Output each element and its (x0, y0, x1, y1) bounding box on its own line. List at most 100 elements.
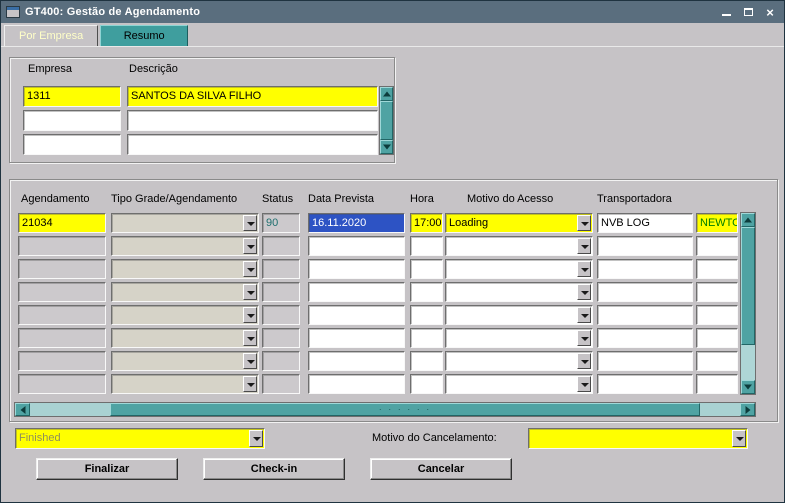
chevron-down-icon[interactable] (577, 330, 591, 346)
transportadora-field[interactable] (597, 351, 693, 371)
transportadora-field[interactable] (597, 374, 693, 394)
scrollbar-track[interactable] (380, 101, 393, 140)
extra-field[interactable] (696, 259, 738, 279)
motivo-acesso-combo[interactable] (445, 305, 593, 325)
tipo-grade-combo[interactable] (111, 351, 259, 371)
motivo-acesso-combo[interactable] (445, 259, 593, 279)
chevron-down-icon[interactable] (577, 261, 591, 277)
motivo-acesso-combo[interactable] (445, 236, 593, 256)
chevron-down-icon[interactable] (577, 307, 591, 323)
data-prevista-field[interactable] (308, 236, 405, 256)
scroll-left-icon[interactable] (15, 403, 30, 416)
transportadora-field[interactable] (597, 282, 693, 302)
agendamento-field[interactable] (18, 374, 106, 394)
data-prevista-field[interactable] (308, 328, 405, 348)
scrollbar-track[interactable]: · · · · · · (30, 403, 740, 416)
transportadora-field[interactable] (597, 236, 693, 256)
chevron-down-icon[interactable] (243, 238, 257, 254)
motivo-acesso-combo[interactable] (445, 374, 593, 394)
hora-field[interactable] (410, 282, 443, 302)
scroll-up-icon[interactable] (741, 213, 755, 227)
status-field[interactable] (262, 236, 300, 256)
empresa-descricao-field[interactable]: SANTOS DA SILVA FILHO (127, 86, 378, 107)
hora-field[interactable] (410, 351, 443, 371)
grid-vertical-scrollbar[interactable] (740, 212, 756, 395)
chevron-down-icon[interactable] (243, 261, 257, 277)
agendamento-field[interactable] (18, 351, 106, 371)
data-prevista-field[interactable] (308, 351, 405, 371)
hora-field[interactable]: 17:00 (410, 213, 443, 233)
tipo-grade-combo[interactable] (111, 259, 259, 279)
motivo-acesso-combo[interactable]: Loading (445, 213, 593, 233)
scroll-down-icon[interactable] (741, 380, 755, 394)
agendamento-field[interactable] (18, 328, 106, 348)
chevron-down-icon[interactable] (243, 307, 257, 323)
scroll-down-icon[interactable] (380, 140, 393, 154)
chevron-down-icon[interactable] (577, 376, 591, 392)
extra-field[interactable] (696, 236, 738, 256)
extra-field[interactable] (696, 374, 738, 394)
tab-resumo[interactable]: Resumo (100, 25, 189, 46)
transportadora-field[interactable] (597, 259, 693, 279)
chevron-down-icon[interactable] (243, 330, 257, 346)
motivo-acesso-combo[interactable] (445, 282, 593, 302)
empresa-code-field[interactable] (23, 110, 121, 131)
tipo-grade-combo[interactable] (111, 328, 259, 348)
extra-field[interactable] (696, 305, 738, 325)
chevron-down-icon[interactable] (243, 215, 257, 231)
tipo-grade-combo[interactable] (111, 282, 259, 302)
chevron-down-icon[interactable] (243, 353, 257, 369)
titlebar[interactable]: GT400: Gestão de Agendamento × (1, 1, 784, 23)
status-field[interactable] (262, 328, 300, 348)
data-prevista-field[interactable] (308, 259, 405, 279)
status-field[interactable] (262, 351, 300, 371)
empresa-descricao-field[interactable] (127, 110, 378, 131)
scrollbar-track[interactable] (741, 227, 755, 380)
motivo-acesso-combo[interactable] (445, 328, 593, 348)
agendamento-field[interactable] (18, 259, 106, 279)
chevron-down-icon[interactable] (577, 353, 591, 369)
extra-field[interactable]: NEWTO (696, 213, 738, 233)
chevron-down-icon[interactable] (577, 215, 591, 231)
empresa-code-field[interactable] (23, 134, 121, 155)
status-field[interactable] (262, 374, 300, 394)
agendamento-field[interactable] (18, 282, 106, 302)
status-field[interactable] (262, 259, 300, 279)
hora-field[interactable] (410, 236, 443, 256)
status-field[interactable] (262, 282, 300, 302)
scrollbar-thumb[interactable] (380, 101, 393, 140)
status-combo[interactable]: Finished (15, 428, 265, 449)
transportadora-field[interactable]: NVB LOG (597, 213, 693, 233)
scroll-up-icon[interactable] (380, 87, 393, 101)
chevron-down-icon[interactable] (243, 284, 257, 300)
data-prevista-field[interactable]: 16.11.2020 (308, 213, 405, 233)
agendamento-field[interactable] (18, 305, 106, 325)
transportadora-field[interactable] (597, 305, 693, 325)
extra-field[interactable] (696, 282, 738, 302)
scrollbar-thumb[interactable]: · · · · · · (110, 403, 700, 416)
minimize-icon[interactable] (719, 6, 733, 19)
motivo-acesso-combo[interactable] (445, 351, 593, 371)
empresa-code-field[interactable]: 1311 (23, 86, 121, 107)
tipo-grade-combo[interactable] (111, 374, 259, 394)
chevron-down-icon[interactable] (577, 284, 591, 300)
finalizar-button[interactable]: Finalizar (36, 458, 178, 480)
motivo-cancelamento-combo[interactable] (528, 428, 748, 449)
scrollbar-thumb[interactable] (741, 227, 755, 345)
data-prevista-field[interactable] (308, 305, 405, 325)
cancelar-button[interactable]: Cancelar (370, 458, 512, 480)
data-prevista-field[interactable] (308, 282, 405, 302)
chevron-down-icon[interactable] (732, 430, 746, 447)
transportadora-field[interactable] (597, 328, 693, 348)
hora-field[interactable] (410, 328, 443, 348)
checkin-button[interactable]: Check-in (203, 458, 345, 480)
agendamento-field[interactable]: 21034 (18, 213, 106, 233)
status-field[interactable]: 90 (262, 213, 300, 233)
chevron-down-icon[interactable] (577, 238, 591, 254)
tipo-grade-combo[interactable] (111, 236, 259, 256)
agendamento-field[interactable] (18, 236, 106, 256)
scroll-right-icon[interactable] (740, 403, 755, 416)
status-field[interactable] (262, 305, 300, 325)
restore-icon[interactable] (741, 6, 755, 19)
chevron-down-icon[interactable] (243, 376, 257, 392)
